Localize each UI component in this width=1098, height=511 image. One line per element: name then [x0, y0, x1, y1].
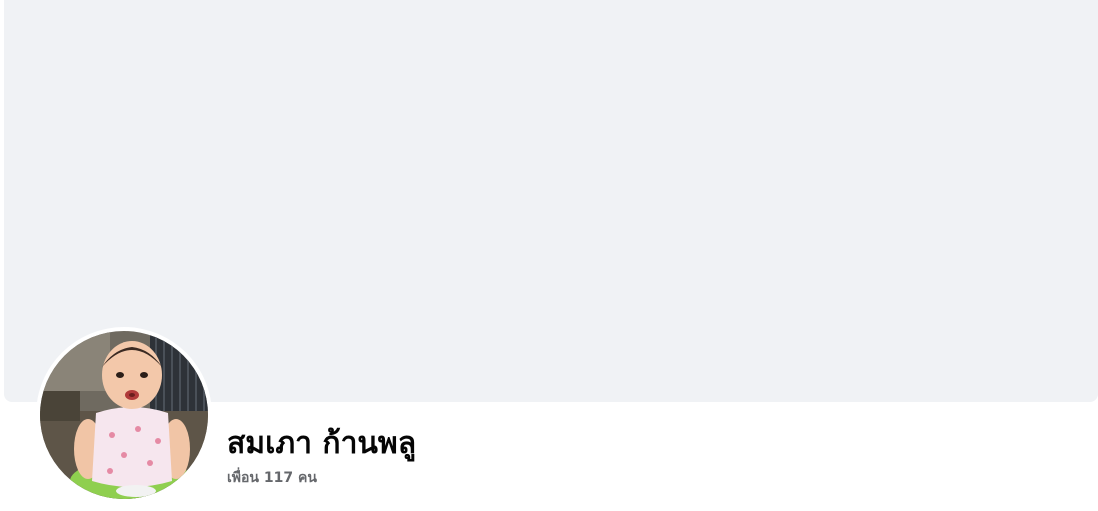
profile-name: สมเภา ก้านพลู	[227, 426, 417, 461]
profile-page: สมเภา ก้านพลู เพื่อน 117 คน	[0, 0, 1098, 511]
friends-count-link[interactable]: เพื่อน 117 คน	[227, 468, 317, 488]
profile-avatar[interactable]	[40, 331, 208, 499]
avatar-photo	[40, 331, 208, 499]
avatar-ring	[36, 327, 212, 503]
